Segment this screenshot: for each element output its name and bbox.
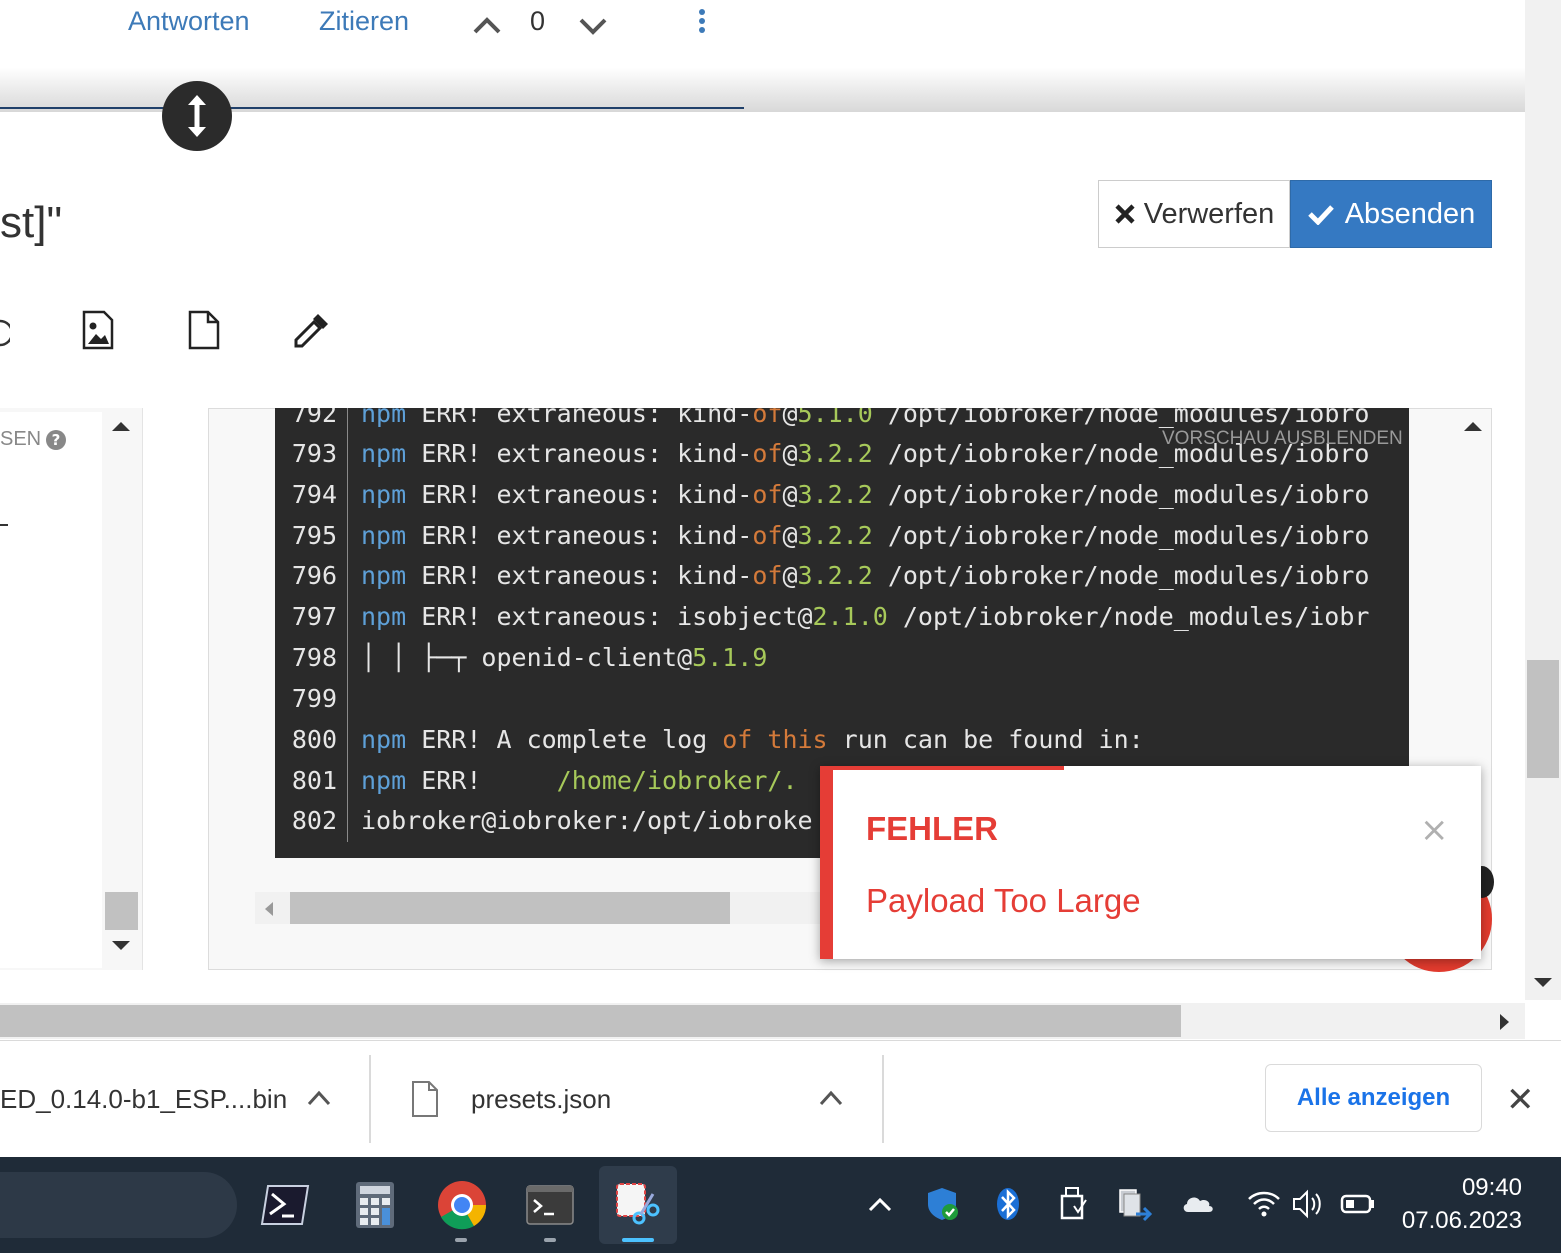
page-scrollbar-thumb[interactable] [1527, 660, 1559, 778]
download-item-name[interactable]: presets.json [471, 1084, 611, 1115]
discard-button[interactable]: Verwerfen [1098, 180, 1290, 248]
vote-count: 0 [530, 6, 546, 36]
code-line: 797 npm ERR! extraneous: isobject@2.1.0 /… [291, 602, 1370, 631]
scroll-down-icon[interactable] [110, 938, 132, 957]
download-item-name[interactable]: ED_0.14.0-b1_ESP....bin [0, 1084, 287, 1115]
close-icon [1115, 204, 1135, 224]
chevron-up-icon[interactable] [306, 1088, 332, 1112]
wifi-icon[interactable] [1246, 1186, 1282, 1222]
eyedropper-icon[interactable] [292, 310, 332, 354]
page-scrollbar[interactable] [1525, 0, 1561, 1000]
editor-textarea[interactable] [0, 412, 102, 968]
page-hscrollbar-thumb[interactable] [0, 1005, 1181, 1037]
code-line: 796 npm ERR! extraneous: kind-of@3.2.2 /o… [291, 561, 1370, 590]
quote-link[interactable]: Zitieren [319, 6, 409, 37]
partial-toolbar-icon[interactable] [0, 318, 14, 348]
error-toast [820, 766, 1481, 959]
powershell-icon[interactable] [260, 1180, 310, 1230]
reply-link[interactable]: Antworten [128, 6, 250, 37]
preview-hscrollbar-thumb[interactable] [290, 892, 730, 924]
file-icon[interactable] [186, 310, 226, 354]
scroll-up-icon[interactable] [1462, 418, 1484, 437]
security-shield-icon[interactable] [926, 1186, 962, 1222]
submit-button[interactable]: Absenden [1290, 180, 1492, 248]
editor-panel-label: SEN [0, 428, 42, 450]
toast-progress-bar [820, 766, 1064, 770]
resize-vertical-icon [188, 95, 206, 137]
show-all-button[interactable]: Alle anzeigen [1265, 1064, 1482, 1132]
scroll-up-icon[interactable] [110, 418, 132, 437]
running-indicator [544, 1238, 556, 1242]
bluetooth-icon[interactable] [990, 1186, 1026, 1222]
code-line: 800 npm ERR! A complete log of this run c… [291, 725, 1144, 754]
scroll-right-icon[interactable] [1497, 1012, 1511, 1036]
divider [882, 1055, 884, 1143]
hide-preview-link[interactable]: VORSCHAU AUSBLENDEN [1162, 428, 1403, 450]
code-line: 794 npm ERR! extraneous: kind-of@3.2.2 /o… [291, 480, 1370, 509]
composer-top-border [0, 107, 744, 109]
code-line: 795 npm ERR! extraneous: kind-of@3.2.2 /o… [291, 521, 1370, 550]
snipping-tool-icon[interactable] [613, 1180, 663, 1230]
image-icon[interactable] [80, 310, 120, 354]
code-line: 802 iobroker@iobroker:/opt/iobroke [291, 806, 813, 835]
divider [369, 1055, 371, 1143]
onedrive-cloud-icon[interactable] [1180, 1186, 1216, 1222]
calculator-icon[interactable] [350, 1180, 400, 1230]
discard-label: Verwerfen [1143, 197, 1275, 230]
clock-time[interactable]: 09:40 [1430, 1174, 1522, 1202]
usb-device-icon[interactable] [1056, 1186, 1092, 1222]
code-line: 801 npm ERR! /home/iobroker/. [291, 766, 798, 795]
editor-text-fragment [0, 524, 8, 526]
close-icon[interactable]: ✕ [1506, 1080, 1535, 1120]
toast-accent-bar [820, 766, 833, 959]
scroll-down-icon[interactable] [1532, 975, 1554, 994]
clock-date[interactable]: 07.06.2023 [1380, 1207, 1522, 1235]
toast-close-icon[interactable]: × [1420, 810, 1449, 850]
toast-title: FEHLER [866, 810, 998, 847]
submit-label: Absenden [1344, 197, 1476, 230]
check-icon [1307, 205, 1334, 225]
chevron-up-icon[interactable] [818, 1088, 844, 1112]
terminal-icon[interactable] [525, 1180, 575, 1230]
more-options-icon[interactable] [696, 8, 708, 36]
editor-scrollbar-thumb[interactable] [105, 892, 138, 930]
resize-handle[interactable] [162, 81, 232, 151]
code-line: 799 [291, 684, 337, 713]
line-number-divider [347, 408, 348, 842]
taskbar-search[interactable] [0, 1172, 237, 1238]
chrome-icon[interactable] [437, 1180, 487, 1230]
downvote-chevron-icon[interactable] [576, 8, 610, 42]
file-icon [410, 1080, 440, 1122]
tray-overflow-chevron-icon[interactable] [862, 1186, 898, 1222]
running-indicator [455, 1238, 467, 1242]
upvote-chevron-icon[interactable] [470, 8, 504, 42]
help-icon[interactable]: ? [46, 430, 66, 450]
volume-icon[interactable] [1290, 1186, 1326, 1222]
scroll-left-icon[interactable] [262, 900, 276, 922]
composer-title[interactable]: st]" [0, 198, 62, 248]
network-drive-icon[interactable] [1116, 1186, 1153, 1222]
active-indicator [622, 1238, 654, 1242]
toast-message: Payload Too Large [866, 882, 1141, 919]
battery-icon[interactable] [1340, 1186, 1376, 1222]
code-line: 798 │ │ ├─┬ openid-client@5.1.9 [291, 643, 768, 672]
